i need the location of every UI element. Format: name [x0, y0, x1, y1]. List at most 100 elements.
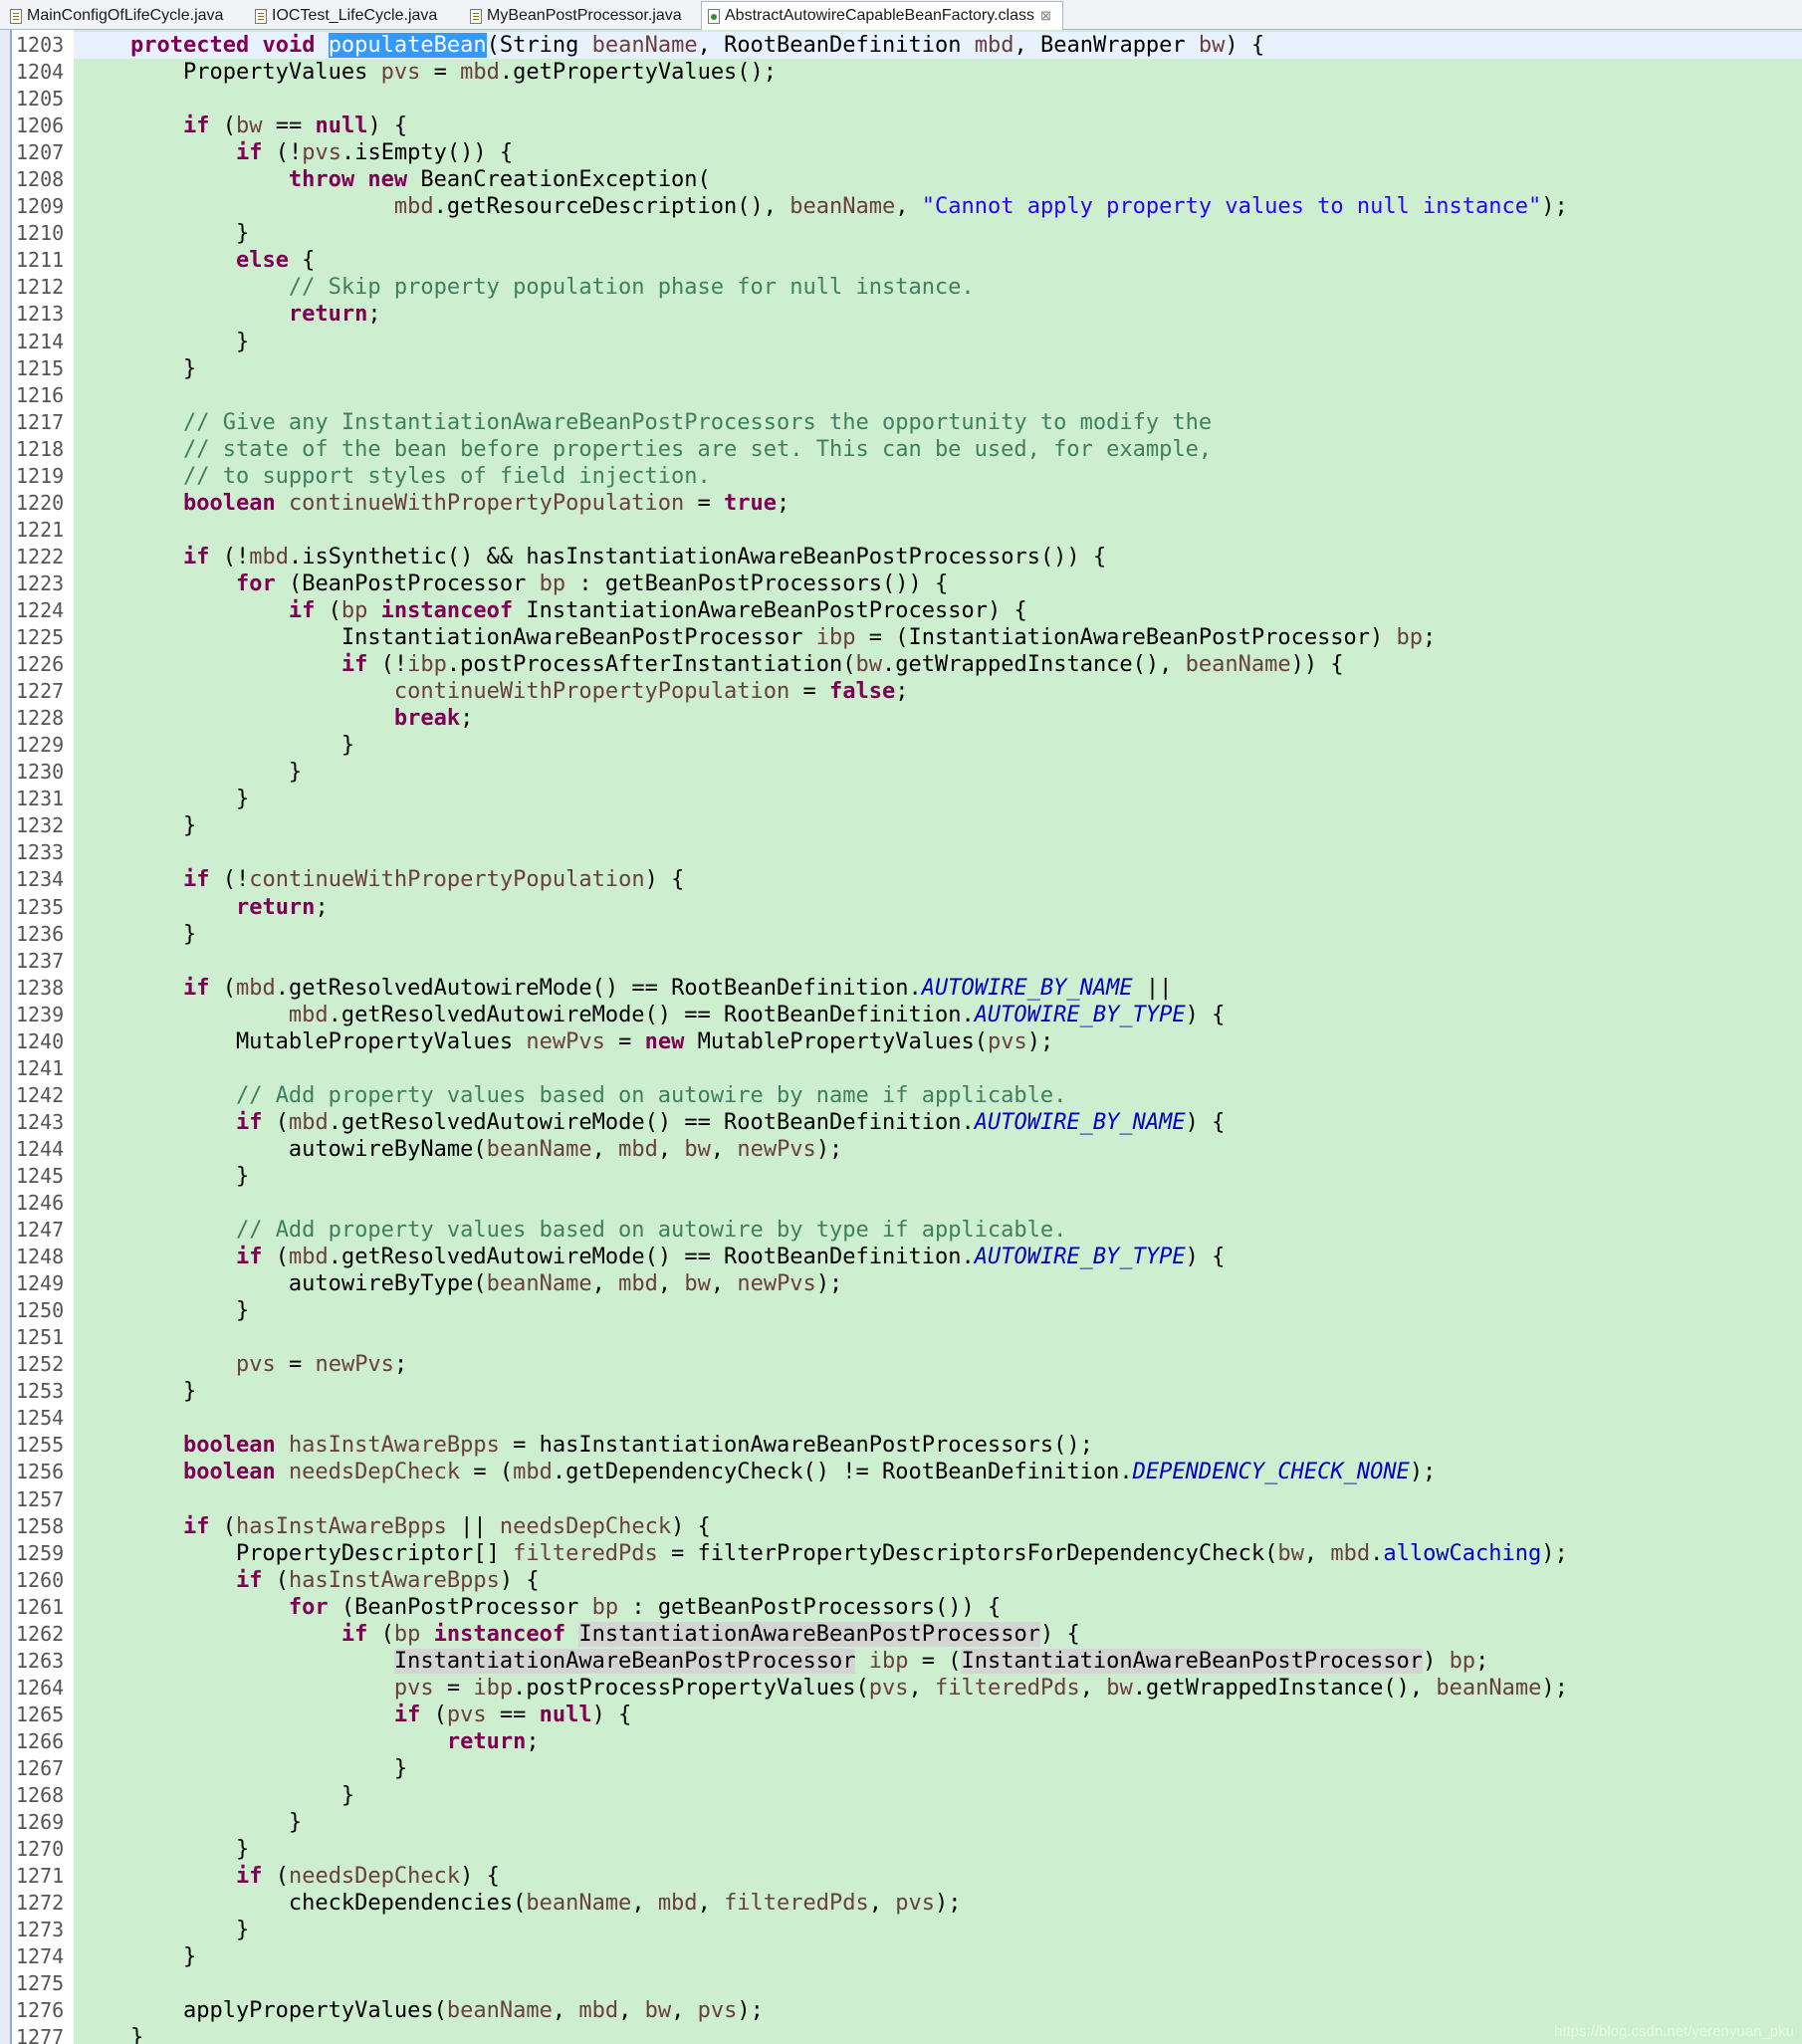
code-line[interactable]: 1239 mbd.getResolvedAutowireMode() == Ro…: [12, 1001, 1802, 1028]
code-token: , RootBeanDefinition: [697, 33, 975, 58]
code-line[interactable]: 1271 if (needsDepCheck) {: [12, 1863, 1802, 1891]
code-line[interactable]: 1266 return;: [12, 1727, 1802, 1755]
code-line[interactable]: 1251: [12, 1324, 1802, 1352]
code-line[interactable]: 1228 break;: [12, 705, 1802, 733]
code-line[interactable]: 1260 if (hasInstAwareBpps) {: [12, 1566, 1802, 1594]
code-line[interactable]: 1268 }: [12, 1782, 1802, 1810]
code-token: bw: [1106, 1675, 1133, 1701]
code-line[interactable]: 1220 boolean continueWithPropertyPopulat…: [12, 489, 1802, 517]
code-line[interactable]: 1241: [12, 1054, 1802, 1082]
code-line[interactable]: 1258 if (hasInstAwareBpps || needsDepChe…: [12, 1512, 1802, 1540]
line-number: 1242: [12, 1081, 74, 1109]
code-line[interactable]: 1242 // Add property values based on aut…: [12, 1081, 1802, 1109]
code-token: pvs: [393, 1675, 434, 1701]
code-line[interactable]: 1225 InstantiationAwareBeanPostProcessor…: [12, 624, 1802, 652]
line-text: }: [74, 1163, 249, 1190]
code-line[interactable]: 1204 PropertyValues pvs = mbd.getPropert…: [12, 59, 1802, 87]
code-line[interactable]: 1208 throw new BeanCreationException(: [12, 166, 1802, 194]
tab-my-bean-post-processor[interactable]: MyBeanPostProcessor.java: [464, 2, 699, 30]
code-line[interactable]: 1261 for (BeanPostProcessor bp : getBean…: [12, 1593, 1802, 1621]
code-line[interactable]: 1221: [12, 516, 1802, 544]
code-line[interactable]: 1209 mbd.getResourceDescription(), beanN…: [12, 193, 1802, 221]
code-line[interactable]: 1269 }: [12, 1809, 1802, 1837]
code-line[interactable]: 1234 if (!continueWithPropertyPopulation…: [12, 866, 1802, 894]
code-line[interactable]: 1235 return;: [12, 893, 1802, 921]
code-line[interactable]: 1231 }: [12, 786, 1802, 813]
code-token: {: [288, 248, 316, 274]
code-line[interactable]: 1252 pvs = newPvs;: [12, 1351, 1802, 1379]
code-line[interactable]: 1256 boolean needsDepCheck = (mbd.getDep…: [12, 1459, 1802, 1486]
close-icon[interactable]: ⊠: [1040, 8, 1051, 24]
code-line[interactable]: 1262 if (bp instanceof InstantiationAwar…: [12, 1620, 1802, 1648]
code-line[interactable]: 1248 if (mbd.getResolvedAutowireMode() =…: [12, 1244, 1802, 1271]
code-editor[interactable]: 1203 protected void populateBean(String …: [0, 30, 1802, 2044]
code-token: bw: [855, 652, 883, 678]
code-line[interactable]: 1273 }: [12, 1917, 1802, 1944]
code-line[interactable]: 1244 autowireByName(beanName, mbd, bw, n…: [12, 1135, 1802, 1163]
code-token: bw: [1198, 33, 1226, 58]
code-token: beanName: [591, 33, 698, 58]
tab-ioctest[interactable]: IOCTest_LifeCycle.java: [249, 2, 462, 30]
code-line[interactable]: 1222 if (!mbd.isSynthetic() && hasInstan…: [12, 543, 1802, 570]
code-line[interactable]: 1243 if (mbd.getResolvedAutowireMode() =…: [12, 1108, 1802, 1136]
code-line[interactable]: 1237: [12, 947, 1802, 975]
line-number: 1236: [12, 920, 74, 948]
code-line[interactable]: 1213 return;: [12, 301, 1802, 329]
code-line[interactable]: 1206 if (bw == null) {: [12, 113, 1802, 140]
code-line[interactable]: 1246: [12, 1190, 1802, 1218]
code-line[interactable]: 1267 }: [12, 1755, 1802, 1783]
code-line[interactable]: 1274 }: [12, 1943, 1802, 1971]
code-token: mbd: [249, 544, 289, 569]
code-line[interactable]: 1272 checkDependencies(beanName, mbd, fi…: [12, 1890, 1802, 1918]
code-line[interactable]: 1270 }: [12, 1836, 1802, 1864]
code-token: mbd: [974, 33, 1014, 58]
code-line[interactable]: 1277 }: [12, 2024, 1802, 2044]
tab-abstract-autowire-capable-bean-factory[interactable]: AbstractAutowireCapableBeanFactory.class…: [701, 1, 1063, 30]
code-line[interactable]: 1229 }: [12, 732, 1802, 760]
code-line[interactable]: 1264 pvs = ibp.postProcessPropertyValues…: [12, 1674, 1802, 1702]
code-line[interactable]: 1240 MutablePropertyValues newPvs = new …: [12, 1027, 1802, 1055]
code-line[interactable]: 1253 }: [12, 1378, 1802, 1406]
code-token: continueWithPropertyPopulation: [288, 490, 685, 516]
code-line[interactable]: 1223 for (BeanPostProcessor bp : getBean…: [12, 569, 1802, 597]
code-line[interactable]: 1233: [12, 839, 1802, 867]
line-number: 1265: [12, 1701, 74, 1728]
code-line[interactable]: 1203 protected void populateBean(String …: [12, 32, 1802, 60]
tab-main-config[interactable]: MainConfigOfLifeCycle.java: [4, 2, 241, 30]
code-line[interactable]: 1254: [12, 1405, 1802, 1433]
code-line[interactable]: 1218 // state of the bean before propert…: [12, 435, 1802, 463]
code-line[interactable]: 1226 if (!ibp.postProcessAfterInstantiat…: [12, 651, 1802, 679]
line-text: boolean needsDepCheck = (mbd.getDependen…: [74, 1459, 1436, 1485]
code-line[interactable]: 1255 boolean hasInstAwareBpps = hasInsta…: [12, 1432, 1802, 1460]
code-line[interactable]: 1275: [12, 1970, 1802, 1998]
code-line[interactable]: 1249 autowireByType(beanName, mbd, bw, n…: [12, 1270, 1802, 1298]
code-line[interactable]: 1232 }: [12, 812, 1802, 840]
code-line[interactable]: 1236 }: [12, 920, 1802, 948]
line-number: 1233: [12, 839, 74, 867]
code-line[interactable]: 1238 if (mbd.getResolvedAutowireMode() =…: [12, 974, 1802, 1002]
line-text: // Add property values based on autowire…: [74, 1217, 1066, 1244]
code-line[interactable]: 1230 }: [12, 759, 1802, 787]
code-line[interactable]: 1250 }: [12, 1297, 1802, 1325]
code-line[interactable]: 1245 }: [12, 1162, 1802, 1191]
code-line[interactable]: 1215 }: [12, 354, 1802, 382]
code-line[interactable]: 1276 applyPropertyValues(beanName, mbd, …: [12, 1997, 1802, 2025]
code-line[interactable]: 1211 else {: [12, 247, 1802, 275]
code-line[interactable]: 1216: [12, 381, 1802, 409]
code-line[interactable]: 1259 PropertyDescriptor[] filteredPds = …: [12, 1539, 1802, 1567]
code-line[interactable]: 1265 if (pvs == null) {: [12, 1701, 1802, 1728]
code-line[interactable]: 1212 // Skip property population phase f…: [12, 274, 1802, 302]
code-line[interactable]: 1247 // Add property values based on aut…: [12, 1217, 1802, 1245]
code-line[interactable]: 1210 }: [12, 220, 1802, 248]
code-line[interactable]: 1205: [12, 86, 1802, 114]
java-file-icon: [10, 8, 22, 24]
code-line[interactable]: 1227 continueWithPropertyPopulation = fa…: [12, 678, 1802, 706]
code-line[interactable]: 1263 InstantiationAwareBeanPostProcessor…: [12, 1647, 1802, 1675]
code-line[interactable]: 1214 }: [12, 328, 1802, 355]
code-line[interactable]: 1257: [12, 1485, 1802, 1513]
code-line[interactable]: 1217 // Give any InstantiationAwareBeanP…: [12, 408, 1802, 436]
code-line[interactable]: 1219 // to support styles of field injec…: [12, 462, 1802, 490]
code-line[interactable]: 1224 if (bp instanceof InstantiationAwar…: [12, 596, 1802, 625]
code-line[interactable]: 1207 if (!pvs.isEmpty()) {: [12, 139, 1802, 167]
